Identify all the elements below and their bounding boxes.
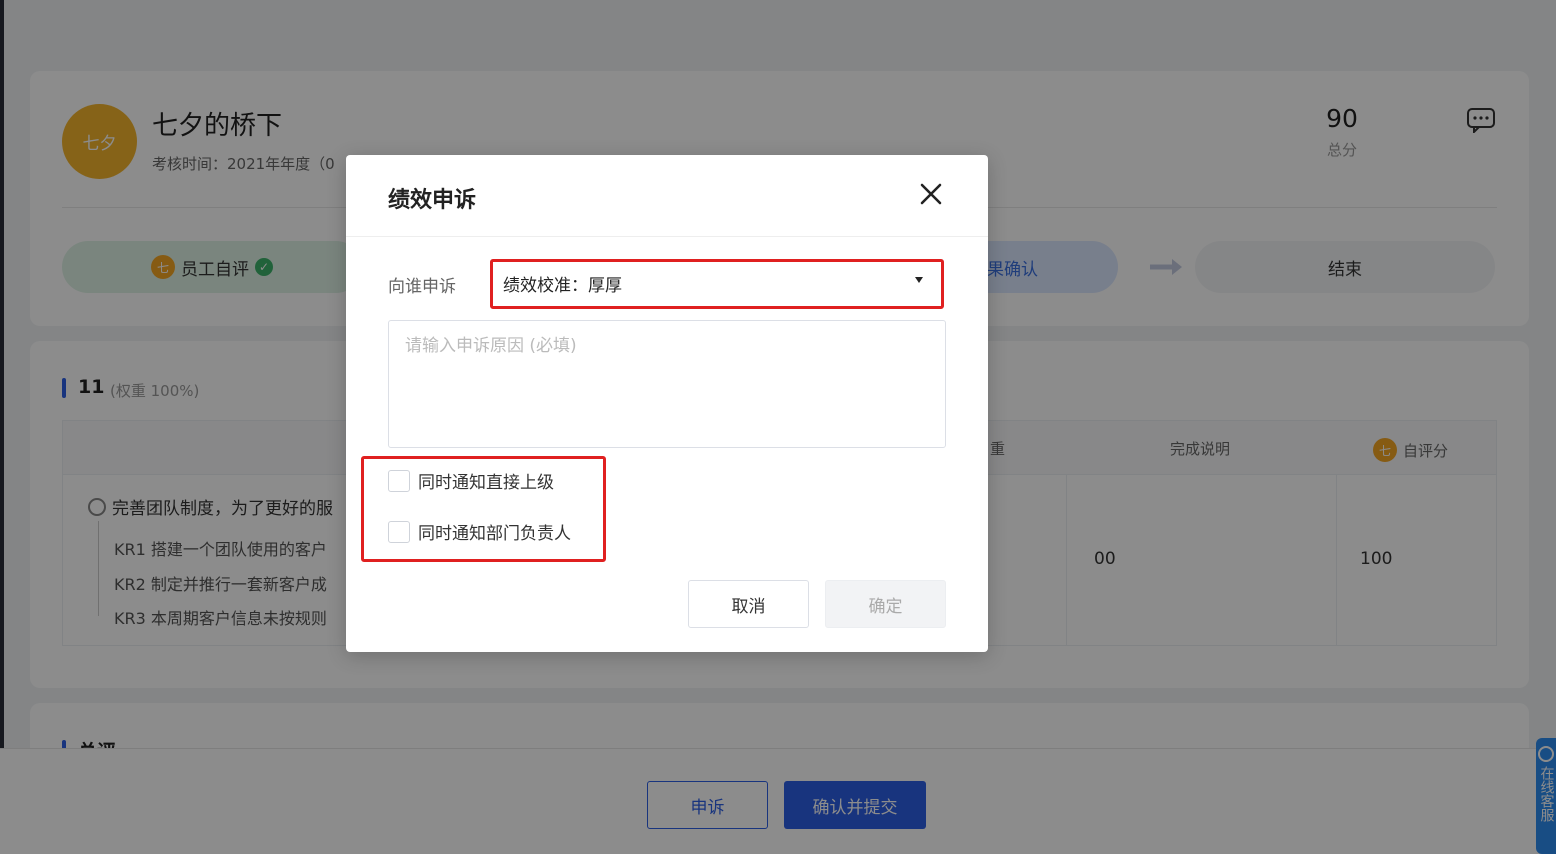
checkbox[interactable] [388,469,410,492]
dropdown-caret-icon [915,277,923,283]
ok-button[interactable]: 确定 [825,580,946,628]
appeal-target-select[interactable]: 绩效校准：厚厚 [490,259,944,307]
appeal-target-value: 绩效校准：厚厚 [503,275,622,296]
checkbox[interactable] [388,520,410,543]
checkbox-label: 同时通知直接上级 [418,473,554,493]
appeal-target-label: 向谁申诉 [388,277,456,297]
close-icon[interactable] [918,181,944,207]
notify-manager-checkbox[interactable]: 同时通知直接上级 [388,468,554,493]
appeal-reason-input[interactable] [388,320,946,448]
dialog-title: 绩效申诉 [388,188,477,213]
checkbox-label: 同时通知部门负责人 [418,524,571,544]
dialog-divider [346,236,988,237]
appeal-dialog: 绩效申诉 向谁申诉 绩效校准：厚厚 同时通知直接上级 同时通知部门负责人 取消 … [346,155,988,652]
notify-dept-head-checkbox[interactable]: 同时通知部门负责人 [388,519,571,544]
cancel-button[interactable]: 取消 [688,580,809,628]
